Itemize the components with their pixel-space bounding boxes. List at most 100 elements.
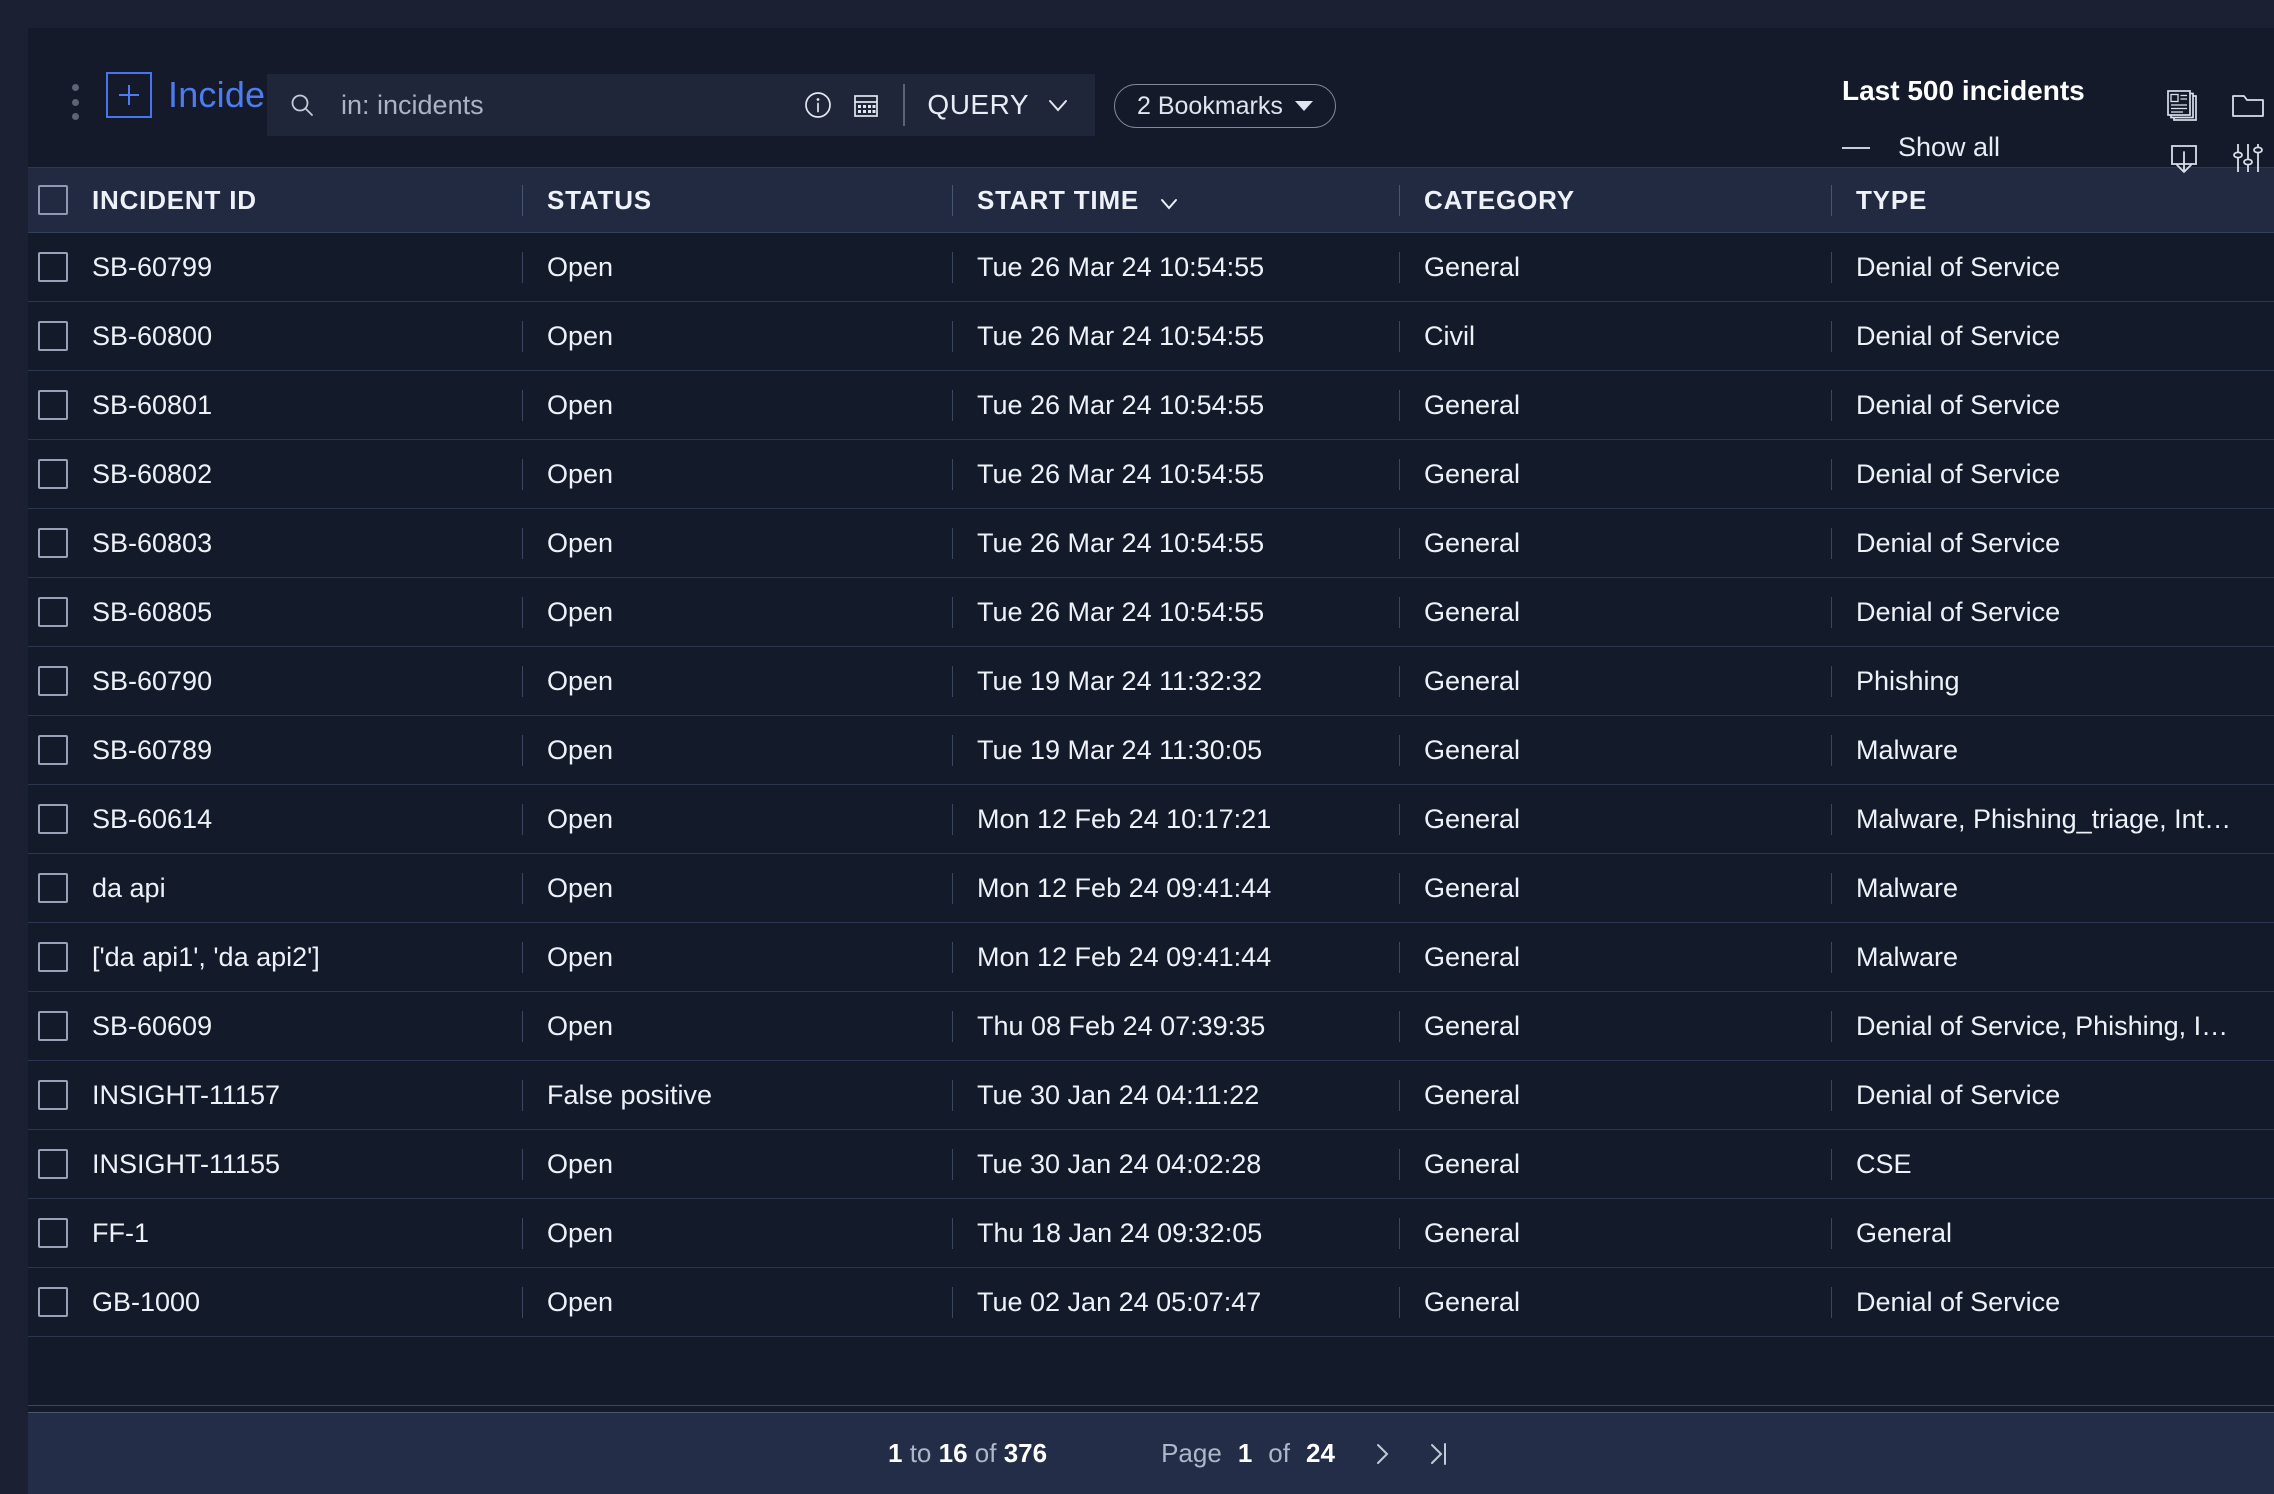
start-time-value: Tue 02 Jan 24 05:07:47	[977, 1287, 1261, 1317]
table-row[interactable]: SB-60609OpenThu 08 Feb 24 07:39:35Genera…	[28, 992, 2274, 1061]
checkbox-icon	[38, 597, 68, 627]
table-row[interactable]: FF-1OpenThu 18 Jan 24 09:32:05GeneralGen…	[28, 1199, 2274, 1268]
column-header-incident-id[interactable]: INCIDENT ID	[92, 185, 522, 216]
row-checkbox[interactable]	[28, 1011, 92, 1041]
table-row[interactable]: SB-60799OpenTue 26 Mar 24 10:54:55Genera…	[28, 233, 2274, 302]
cell-category: General	[1399, 528, 1831, 559]
query-dropdown[interactable]: QUERY	[927, 89, 1095, 121]
row-checkbox[interactable]	[28, 528, 92, 558]
table-row[interactable]: SB-60802OpenTue 26 Mar 24 10:54:55Genera…	[28, 440, 2274, 509]
calendar-icon[interactable]	[851, 90, 881, 120]
row-checkbox[interactable]	[28, 390, 92, 420]
table-row[interactable]: SB-60803OpenTue 26 Mar 24 10:54:55Genera…	[28, 509, 2274, 578]
table-row[interactable]: ['da api1', 'da api2']OpenMon 12 Feb 24 …	[28, 923, 2274, 992]
table-row[interactable]: INSIGHT-11157False positiveTue 30 Jan 24…	[28, 1061, 2274, 1130]
cell-category: General	[1399, 735, 1831, 766]
sort-descending-icon	[1158, 193, 1180, 215]
column-header-status[interactable]: STATUS	[522, 185, 952, 216]
row-checkbox[interactable]	[28, 735, 92, 765]
row-checkbox[interactable]	[28, 873, 92, 903]
search-bar-actions: QUERY	[803, 74, 1095, 136]
next-page-button[interactable]	[1369, 1439, 1395, 1469]
cell-type: Malware, Phishing_triage, Int…	[1831, 804, 2274, 835]
cell-type: Denial of Service	[1831, 597, 2274, 628]
table-row[interactable]: SB-60789OpenTue 19 Mar 24 11:30:05Genera…	[28, 716, 2274, 785]
page-nav: Page 1 of 24	[1161, 1438, 1451, 1469]
column-header-category[interactable]: CATEGORY	[1399, 185, 1831, 216]
category-value: General	[1424, 252, 1520, 282]
cell-incident-id: INSIGHT-11155	[92, 1149, 522, 1180]
table-row[interactable]: GB-1000OpenTue 02 Jan 24 05:07:47General…	[28, 1268, 2274, 1337]
table-header-row: INCIDENT ID STATUS START TIME CATEGORY T…	[28, 167, 2274, 233]
range-of-word: of	[975, 1438, 997, 1468]
info-icon[interactable]	[803, 90, 851, 120]
page-current[interactable]: 1	[1238, 1438, 1252, 1469]
cell-category: General	[1399, 390, 1831, 421]
add-incident-button[interactable]	[106, 72, 152, 118]
table-row[interactable]: SB-60800OpenTue 26 Mar 24 10:54:55CivilD…	[28, 302, 2274, 371]
row-checkbox[interactable]	[28, 804, 92, 834]
select-all-checkbox[interactable]	[28, 185, 92, 215]
cell-type: Denial of Service	[1831, 1080, 2274, 1111]
show-all-button[interactable]: Show all	[1842, 132, 2000, 163]
sliders-icon[interactable]	[2228, 138, 2268, 178]
cell-category: General	[1399, 252, 1831, 283]
cell-incident-id: SB-60800	[92, 321, 522, 352]
incident-id-value: INSIGHT-11155	[92, 1149, 280, 1179]
cell-start-time: Tue 19 Mar 24 11:30:05	[952, 735, 1399, 766]
pages-icon[interactable]	[2164, 86, 2204, 126]
status-value: Open	[547, 804, 613, 834]
column-header-start-time[interactable]: START TIME	[952, 185, 1399, 216]
row-checkbox[interactable]	[28, 1080, 92, 1110]
top-toolbar: Incidents in: incidents	[28, 28, 2274, 167]
checkbox-icon	[38, 321, 68, 351]
row-checkbox[interactable]	[28, 666, 92, 696]
table-row[interactable]: da apiOpenMon 12 Feb 24 09:41:44GeneralM…	[28, 854, 2274, 923]
cell-status: False positive	[522, 1080, 952, 1111]
search-input[interactable]: in: incidents	[341, 90, 484, 121]
row-checkbox[interactable]	[28, 1149, 92, 1179]
table-row[interactable]: SB-60801OpenTue 26 Mar 24 10:54:55Genera…	[28, 371, 2274, 440]
add-icon	[116, 82, 142, 108]
incident-id-value: SB-60609	[92, 1011, 212, 1041]
table-row[interactable]: INSIGHT-11155OpenTue 30 Jan 24 04:02:28G…	[28, 1130, 2274, 1199]
cell-category: General	[1399, 666, 1831, 697]
cell-type: CSE	[1831, 1149, 2274, 1180]
cell-start-time: Tue 26 Mar 24 10:54:55	[952, 390, 1399, 421]
table-row[interactable]: SB-60790OpenTue 19 Mar 24 11:32:32Genera…	[28, 647, 2274, 716]
type-value: Denial of Service	[1856, 597, 2060, 627]
row-checkbox[interactable]	[28, 1218, 92, 1248]
kebab-menu-icon[interactable]	[68, 84, 82, 120]
table-row[interactable]: SB-60614OpenMon 12 Feb 24 10:17:21Genera…	[28, 785, 2274, 854]
checkbox-icon	[38, 1080, 68, 1110]
category-value: General	[1424, 1287, 1520, 1317]
cell-status: Open	[522, 735, 952, 766]
download-icon[interactable]	[2164, 138, 2204, 178]
incident-id-value: SB-60799	[92, 252, 212, 282]
row-checkbox[interactable]	[28, 459, 92, 489]
cell-category: General	[1399, 873, 1831, 904]
incident-id-value: FF-1	[92, 1218, 149, 1248]
row-checkbox[interactable]	[28, 942, 92, 972]
cell-status: Open	[522, 390, 952, 421]
folder-icon[interactable]	[2228, 86, 2268, 126]
search-bar[interactable]: in: incidents	[267, 74, 1095, 136]
column-header-type[interactable]: TYPE	[1831, 185, 2274, 216]
checkbox-icon	[38, 735, 68, 765]
start-time-value: Mon 12 Feb 24 09:41:44	[977, 942, 1271, 972]
last-page-button[interactable]	[1425, 1439, 1451, 1469]
cell-status: Open	[522, 528, 952, 559]
row-checkbox[interactable]	[28, 321, 92, 351]
bookmarks-dropdown[interactable]: 2 Bookmarks	[1114, 84, 1336, 128]
table-row[interactable]: SB-60805OpenTue 26 Mar 24 10:54:55Genera…	[28, 578, 2274, 647]
cell-incident-id: SB-60802	[92, 459, 522, 490]
type-value: Malware, Phishing_triage, Int…	[1856, 804, 2231, 834]
cell-type: Denial of Service	[1831, 528, 2274, 559]
row-checkbox[interactable]	[28, 597, 92, 627]
cell-status: Open	[522, 1011, 952, 1042]
incident-id-value: SB-60790	[92, 666, 212, 696]
row-checkbox[interactable]	[28, 1287, 92, 1317]
category-value: General	[1424, 1149, 1520, 1179]
row-checkbox[interactable]	[28, 252, 92, 282]
cell-category: General	[1399, 1218, 1831, 1249]
